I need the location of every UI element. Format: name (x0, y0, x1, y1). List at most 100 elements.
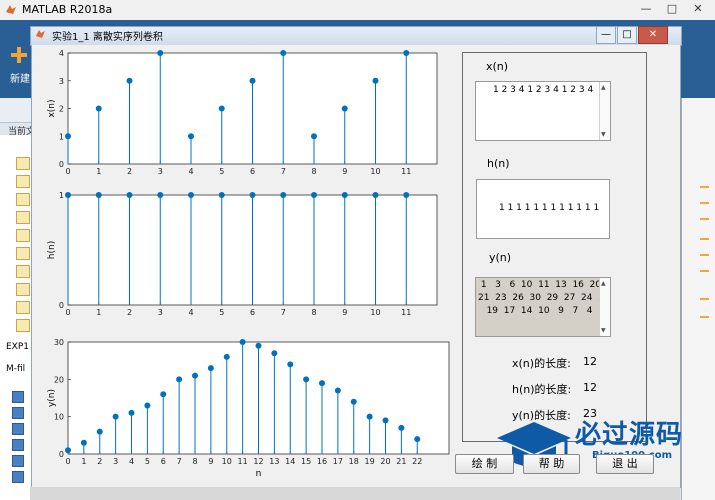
y-tick-label: 3 (59, 77, 64, 86)
x-tick-label: 0 (65, 308, 70, 317)
y-axis-label: x(n) (47, 99, 57, 117)
xn-input-value: 1 2 3 4 1 2 3 4 1 2 3 4 (493, 85, 594, 95)
x-tick-label: 9 (208, 457, 213, 466)
stem-marker (80, 439, 87, 446)
x-tick-label: 0 (65, 167, 70, 176)
x-tick-label: 11 (401, 167, 411, 176)
x-tick-label: 8 (311, 167, 316, 176)
help-button[interactable]: 帮 助 (523, 454, 580, 474)
stem-marker (157, 50, 164, 56)
yn-label: y(n) (489, 251, 512, 264)
stem-marker (126, 192, 133, 198)
exit-button[interactable]: 退 出 (596, 454, 654, 474)
stem-marker (65, 133, 71, 140)
x-tick-label: 10 (370, 167, 380, 176)
x-tick-label: 1 (81, 457, 86, 466)
stem-marker (218, 105, 225, 112)
x-tick-label: 8 (311, 308, 316, 317)
x-tick-label: 9 (342, 308, 347, 317)
xn-length-value: 12 (583, 355, 597, 368)
stem-marker (334, 387, 341, 394)
x-tick-label: 11 (401, 308, 411, 317)
y-tick-label: 10 (54, 413, 64, 422)
x-tick-label: 10 (222, 457, 232, 466)
stem-marker (372, 192, 379, 198)
stem-marker (249, 192, 256, 198)
x-tick-label: 21 (396, 457, 406, 466)
stem-marker (176, 376, 183, 383)
x-tick-label: 2 (127, 167, 132, 176)
x-tick-label: 5 (219, 167, 224, 176)
y-tick-label: 0 (59, 450, 64, 459)
stem-marker (350, 398, 357, 405)
stem-marker (249, 77, 256, 84)
x-tick-label: 3 (158, 167, 163, 176)
scroll-up-icon[interactable]: ▲ (601, 84, 606, 91)
x-tick-label: 16 (317, 457, 327, 466)
x-tick-label: 9 (342, 167, 347, 176)
y-tick-label: 2 (59, 105, 64, 114)
x-axis-label: n (256, 469, 262, 479)
stem-marker (372, 77, 379, 84)
scroll-down-icon[interactable]: ▼ (601, 327, 606, 334)
yn-row: 1 3 6 10 11 13 16 20 (478, 280, 602, 290)
x-tick-label: 3 (158, 308, 163, 317)
x-tick-label: 2 (127, 308, 132, 317)
x-tick-label: 3 (113, 457, 118, 466)
stem-marker (311, 192, 317, 198)
hn-input[interactable]: 1 1 1 1 1 1 1 1 1 1 1 1 (476, 179, 610, 239)
yn-row: 19 17 14 10 9 7 4 (478, 306, 593, 316)
x-tick-label: 4 (129, 457, 134, 466)
stem-marker (144, 402, 151, 409)
stem-marker (112, 413, 119, 420)
stem-marker (239, 339, 246, 345)
hn-length-label: h(n)的长度: (512, 383, 572, 396)
stem-marker (414, 436, 421, 443)
yn-output[interactable]: 1 3 6 10 11 13 16 20 21 23 26 30 29 27 2… (475, 277, 611, 337)
x-tick-label: 11 (238, 457, 248, 466)
scroll-up-icon[interactable]: ▲ (601, 280, 606, 287)
scroll-down-icon[interactable]: ▼ (601, 131, 606, 138)
yn-row: 21 23 26 30 29 27 24 20 (478, 293, 610, 303)
xn-input[interactable]: 1 2 3 4 1 2 3 4 1 2 3 4 ▲ ▼ (475, 81, 611, 141)
x-tick-label: 10 (370, 308, 380, 317)
x-tick-label: 17 (333, 457, 343, 466)
stem-marker (303, 376, 310, 383)
stem-marker (341, 105, 348, 112)
y-tick-label: 4 (59, 49, 64, 58)
stem-marker (65, 447, 71, 454)
y-tick-label: 20 (54, 375, 64, 384)
stem-marker (403, 50, 410, 56)
x-tick-label: 7 (281, 167, 286, 176)
stem-marker (255, 342, 262, 349)
x-tick-label: 1 (96, 167, 101, 176)
stem-marker (192, 372, 198, 379)
stem-marker (403, 192, 410, 198)
x-tick-label: 5 (145, 457, 150, 466)
x-tick-label: 6 (250, 308, 255, 317)
stem-marker (188, 192, 194, 198)
stem-marker (126, 77, 133, 84)
x-tick-label: 6 (250, 167, 255, 176)
stem-marker (96, 428, 103, 435)
y-tick-label: 30 (54, 338, 64, 347)
stem-marker (95, 192, 102, 198)
y-axis-label: h(n) (47, 241, 57, 259)
hn-length-value: 12 (583, 381, 597, 394)
stem-marker (218, 192, 225, 198)
x-tick-label: 13 (269, 457, 279, 466)
xn-scrollbar[interactable]: ▲ ▼ (599, 82, 610, 140)
x-tick-label: 7 (281, 308, 286, 317)
x-tick-label: 19 (365, 457, 375, 466)
stem-marker (280, 192, 287, 198)
stem-marker (223, 353, 230, 360)
watermark-text: 必过源码 (575, 420, 684, 450)
draw-button[interactable]: 绘 制 (455, 454, 514, 474)
yn-scrollbar[interactable]: ▲ ▼ (599, 278, 610, 336)
stem-marker (65, 192, 71, 198)
x-tick-label: 7 (177, 457, 182, 466)
stem-marker (382, 417, 389, 424)
stem-marker (271, 350, 278, 357)
y-tick-label: 0 (59, 301, 64, 310)
stem-marker (341, 192, 348, 198)
